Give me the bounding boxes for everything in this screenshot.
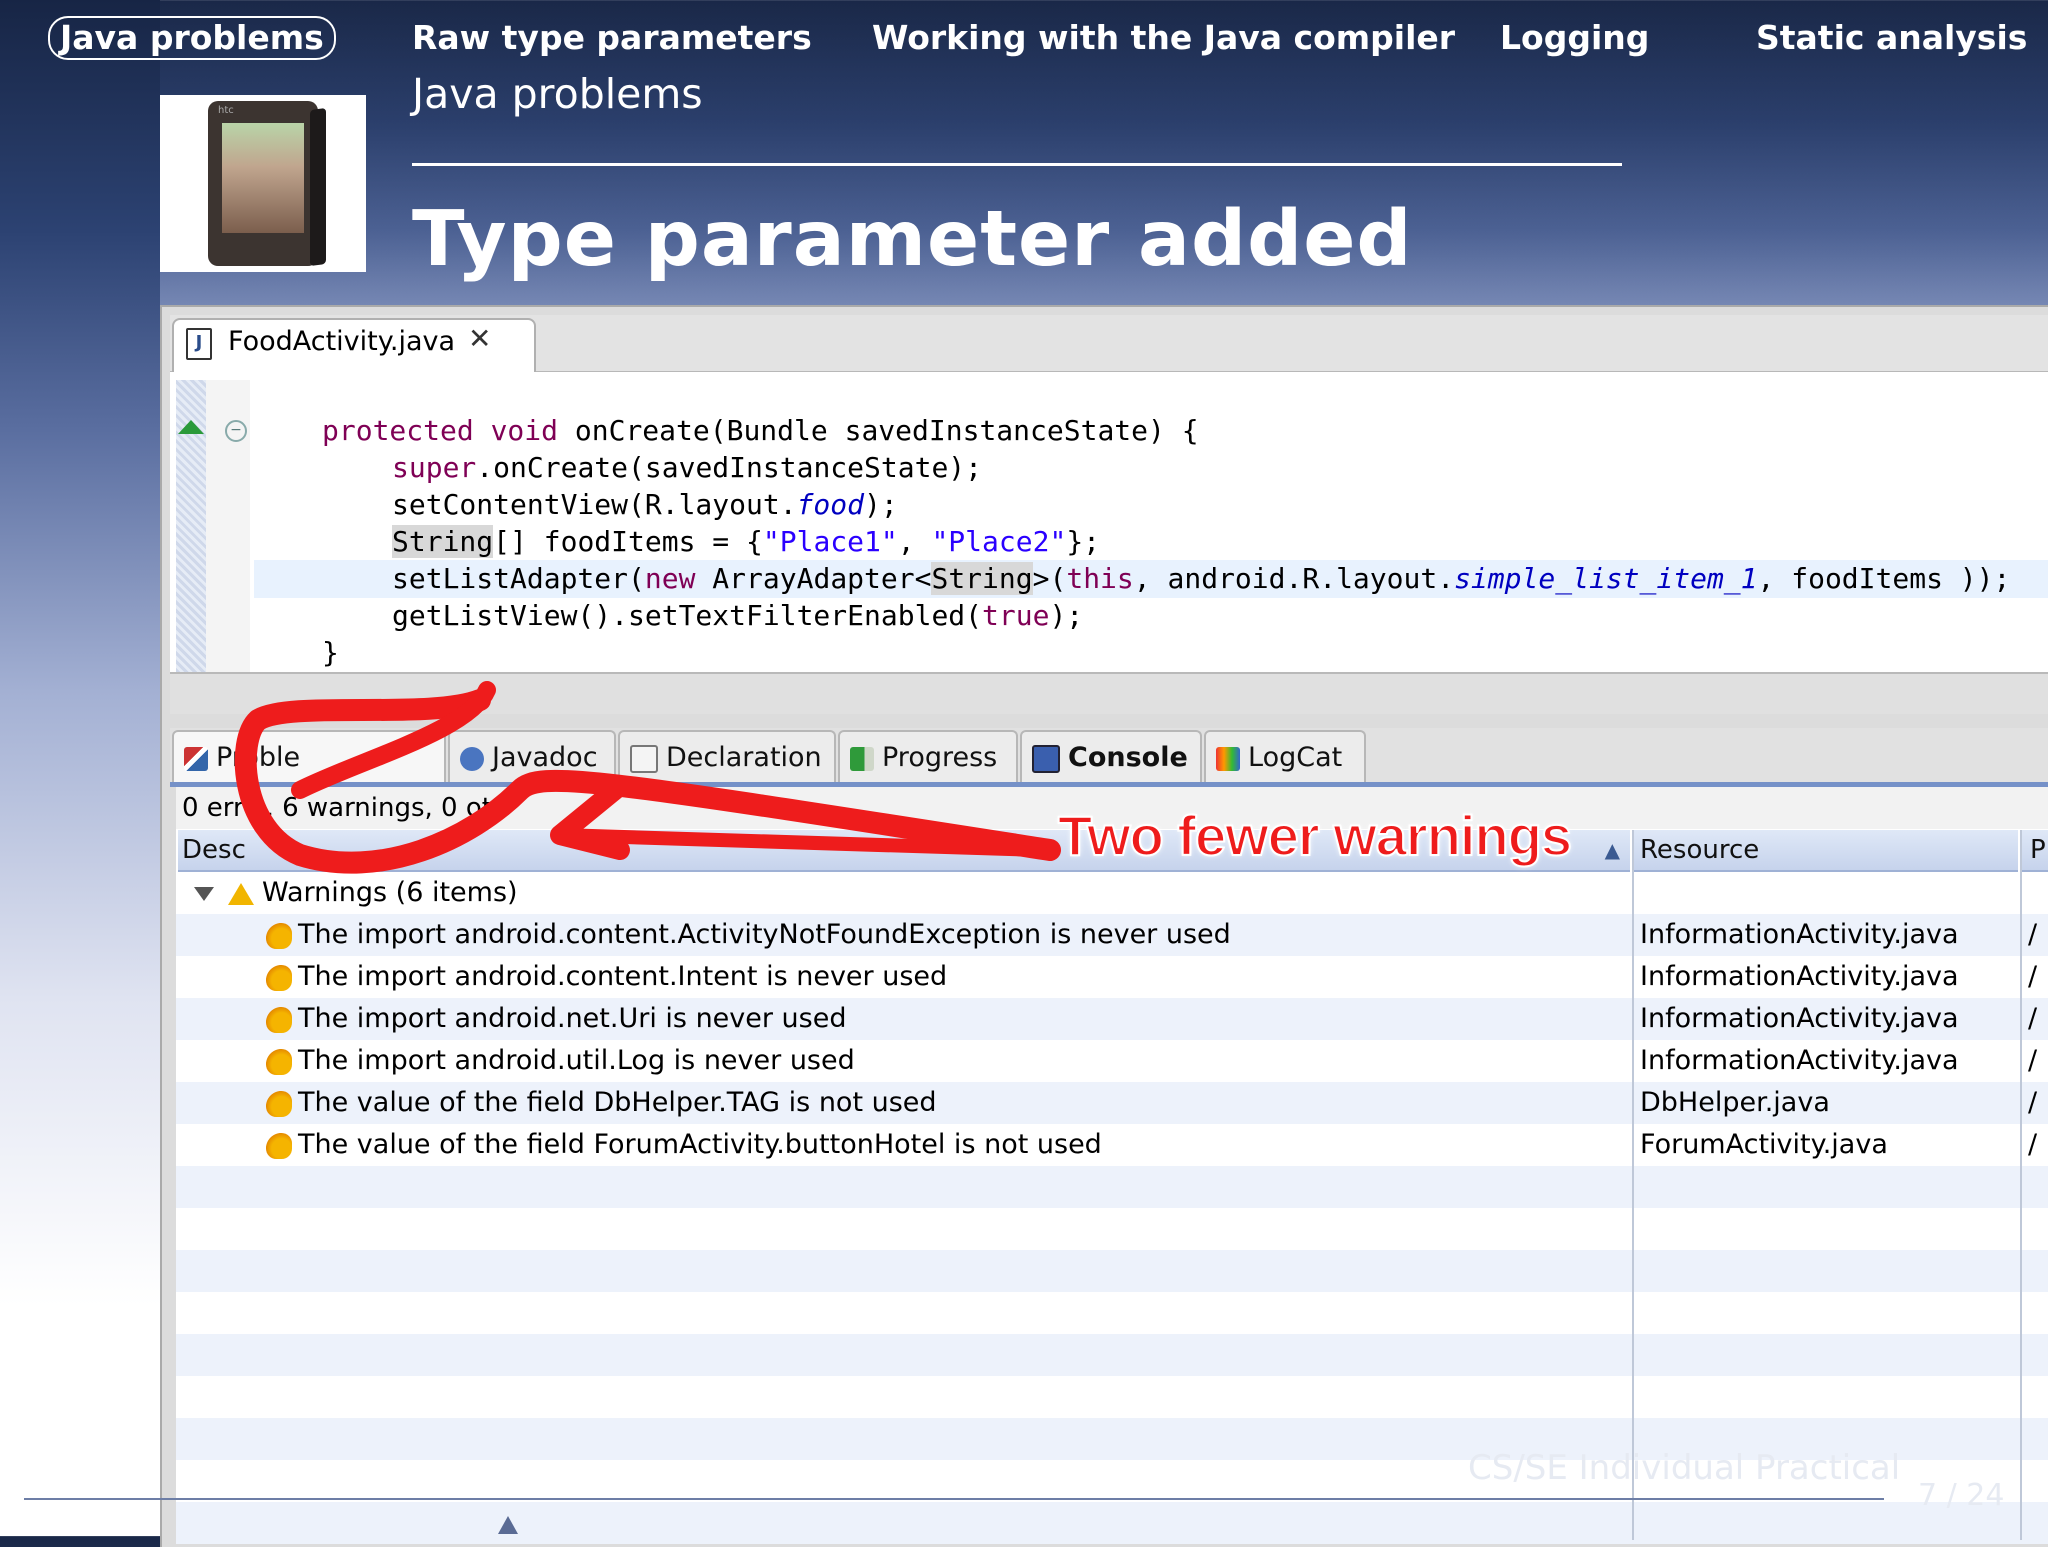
progress-marker-icon [498, 1516, 518, 1534]
footer-rule [24, 1498, 1884, 1500]
annotation-label: Two fewer warnings [1057, 803, 1573, 868]
footer-course: CS/SE Individual Practical [1468, 1448, 1901, 1488]
annotation-drawing [234, 681, 1061, 874]
footer-page-number: 7 / 24 [1918, 1478, 2005, 1513]
